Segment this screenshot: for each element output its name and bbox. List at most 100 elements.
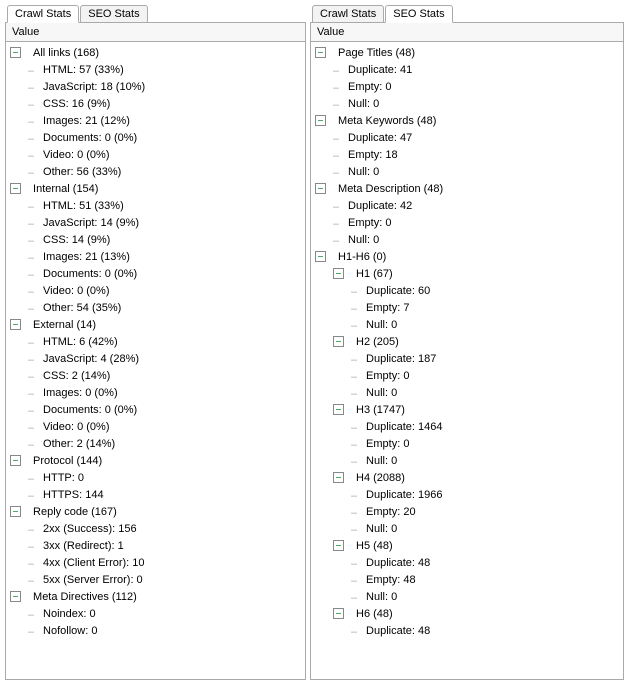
- tab-crawl-stats[interactable]: Crawl Stats: [312, 5, 384, 22]
- tree-row[interactable]: … Empty: 0: [311, 78, 623, 95]
- tree-row[interactable]: … Documents: 0 (0%): [6, 401, 305, 418]
- tree-row[interactable]: H1-H6 (0): [311, 248, 623, 265]
- tree-row[interactable]: … HTTP: 0: [6, 469, 305, 486]
- tree-row[interactable]: All links (168): [6, 44, 305, 61]
- tree-row[interactable]: … Empty: 7: [311, 299, 623, 316]
- tree-row[interactable]: … Null: 0: [311, 163, 623, 180]
- tree-row[interactable]: … Duplicate: 48: [311, 554, 623, 571]
- tree-row[interactable]: H2 (205): [311, 333, 623, 350]
- tree-row[interactable]: … Empty: 0: [311, 367, 623, 384]
- tree-row[interactable]: Internal (154): [6, 180, 305, 197]
- tree-row[interactable]: … 5xx (Server Error): 0: [6, 571, 305, 588]
- tree-connector-icon: …: [333, 98, 347, 109]
- tree-row[interactable]: … HTML: 57 (33%): [6, 61, 305, 78]
- collapse-icon[interactable]: [10, 47, 21, 58]
- collapse-icon[interactable]: [10, 506, 21, 517]
- collapse-icon[interactable]: [333, 472, 344, 483]
- collapse-icon[interactable]: [333, 268, 344, 279]
- tree-row[interactable]: H1 (67): [311, 265, 623, 282]
- tree-row[interactable]: … Duplicate: 1464: [311, 418, 623, 435]
- tree-row[interactable]: … CSS: 2 (14%): [6, 367, 305, 384]
- tree-row[interactable]: … HTTPS: 144: [6, 486, 305, 503]
- tree-row[interactable]: … Empty: 0: [311, 214, 623, 231]
- tree-row[interactable]: … CSS: 14 (9%): [6, 231, 305, 248]
- tree-row[interactable]: … Other: 56 (33%): [6, 163, 305, 180]
- tree-row[interactable]: … Duplicate: 47: [311, 129, 623, 146]
- collapse-icon[interactable]: [333, 336, 344, 347]
- tree-row[interactable]: … Other: 54 (35%): [6, 299, 305, 316]
- tree-row[interactable]: … Documents: 0 (0%): [6, 265, 305, 282]
- tree-row[interactable]: … Null: 0: [311, 452, 623, 469]
- tree-row[interactable]: … Duplicate: 60: [311, 282, 623, 299]
- tree-row[interactable]: … Noindex: 0: [6, 605, 305, 622]
- collapse-icon[interactable]: [333, 608, 344, 619]
- tree-row[interactable]: … Video: 0 (0%): [6, 282, 305, 299]
- tree-row[interactable]: … Images: 21 (12%): [6, 112, 305, 129]
- tree-row[interactable]: … Null: 0: [311, 384, 623, 401]
- collapse-icon[interactable]: [10, 183, 21, 194]
- tree-row[interactable]: … JavaScript: 14 (9%): [6, 214, 305, 231]
- tree-row[interactable]: … Null: 0: [311, 95, 623, 112]
- tree-row[interactable]: H4 (2088): [311, 469, 623, 486]
- tab-crawl-stats[interactable]: Crawl Stats: [7, 5, 79, 23]
- tree-row[interactable]: … Documents: 0 (0%): [6, 129, 305, 146]
- collapse-icon[interactable]: [333, 404, 344, 415]
- tree-row[interactable]: … 4xx (Client Error): 10: [6, 554, 305, 571]
- tree-row[interactable]: Meta Description (48): [311, 180, 623, 197]
- collapse-icon[interactable]: [10, 455, 21, 466]
- tree-row[interactable]: H5 (48): [311, 537, 623, 554]
- right-body[interactable]: Page Titles (48)… Duplicate: 41… Empty: …: [310, 41, 624, 680]
- tab-seo-stats[interactable]: SEO Stats: [80, 5, 147, 22]
- tree-row[interactable]: … Null: 0: [311, 231, 623, 248]
- tree-row[interactable]: … 2xx (Success): 156: [6, 520, 305, 537]
- collapse-icon[interactable]: [315, 251, 326, 262]
- tree-row[interactable]: … Duplicate: 48: [311, 622, 623, 639]
- tree-label: Page Titles (48): [337, 47, 415, 59]
- tree-row[interactable]: … Video: 0 (0%): [6, 146, 305, 163]
- tree-row[interactable]: Page Titles (48): [311, 44, 623, 61]
- tree-row[interactable]: … Duplicate: 42: [311, 197, 623, 214]
- tree-row[interactable]: … Images: 0 (0%): [6, 384, 305, 401]
- tree-connector-icon: …: [351, 574, 365, 585]
- tree-row[interactable]: … Empty: 0: [311, 435, 623, 452]
- collapse-icon[interactable]: [315, 183, 326, 194]
- tree-row[interactable]: … CSS: 16 (9%): [6, 95, 305, 112]
- tree-row[interactable]: … Null: 0: [311, 520, 623, 537]
- tree-row[interactable]: … Nofollow: 0: [6, 622, 305, 639]
- tree-connector-icon: …: [28, 302, 42, 313]
- tree-connector-icon: …: [28, 625, 42, 636]
- tree-row[interactable]: H6 (48): [311, 605, 623, 622]
- tree-row[interactable]: Protocol (144): [6, 452, 305, 469]
- tree-row[interactable]: … Empty: 48: [311, 571, 623, 588]
- tree-row[interactable]: … JavaScript: 18 (10%): [6, 78, 305, 95]
- tree-row[interactable]: Meta Directives (112): [6, 588, 305, 605]
- tree-row[interactable]: … Images: 21 (13%): [6, 248, 305, 265]
- tree-row[interactable]: … 3xx (Redirect): 1: [6, 537, 305, 554]
- tree-row[interactable]: … Null: 0: [311, 588, 623, 605]
- tree-row[interactable]: … Empty: 18: [311, 146, 623, 163]
- left-body[interactable]: All links (168)… HTML: 57 (33%)… JavaScr…: [5, 41, 306, 680]
- tree-row[interactable]: … HTML: 51 (33%): [6, 197, 305, 214]
- collapse-icon[interactable]: [10, 319, 21, 330]
- tree-row[interactable]: External (14): [6, 316, 305, 333]
- tab-seo-stats[interactable]: SEO Stats: [385, 5, 452, 23]
- tree-row[interactable]: … Null: 0: [311, 316, 623, 333]
- tree-row[interactable]: … Video: 0 (0%): [6, 418, 305, 435]
- tree-row[interactable]: … HTML: 6 (42%): [6, 333, 305, 350]
- tree-connector-icon: …: [351, 557, 365, 568]
- tree-row[interactable]: … Duplicate: 1966: [311, 486, 623, 503]
- tree-row[interactable]: Meta Keywords (48): [311, 112, 623, 129]
- tree-row[interactable]: … Duplicate: 187: [311, 350, 623, 367]
- tree-row[interactable]: … JavaScript: 4 (28%): [6, 350, 305, 367]
- tree-row[interactable]: … Duplicate: 41: [311, 61, 623, 78]
- tree-label: Images: 21 (13%): [42, 251, 130, 263]
- tree-label: Reply code (167): [32, 506, 117, 518]
- collapse-icon[interactable]: [10, 591, 21, 602]
- tree-row[interactable]: … Other: 2 (14%): [6, 435, 305, 452]
- tree-row[interactable]: … Empty: 20: [311, 503, 623, 520]
- collapse-icon[interactable]: [315, 47, 326, 58]
- collapse-icon[interactable]: [333, 540, 344, 551]
- tree-row[interactable]: Reply code (167): [6, 503, 305, 520]
- collapse-icon[interactable]: [315, 115, 326, 126]
- tree-row[interactable]: H3 (1747): [311, 401, 623, 418]
